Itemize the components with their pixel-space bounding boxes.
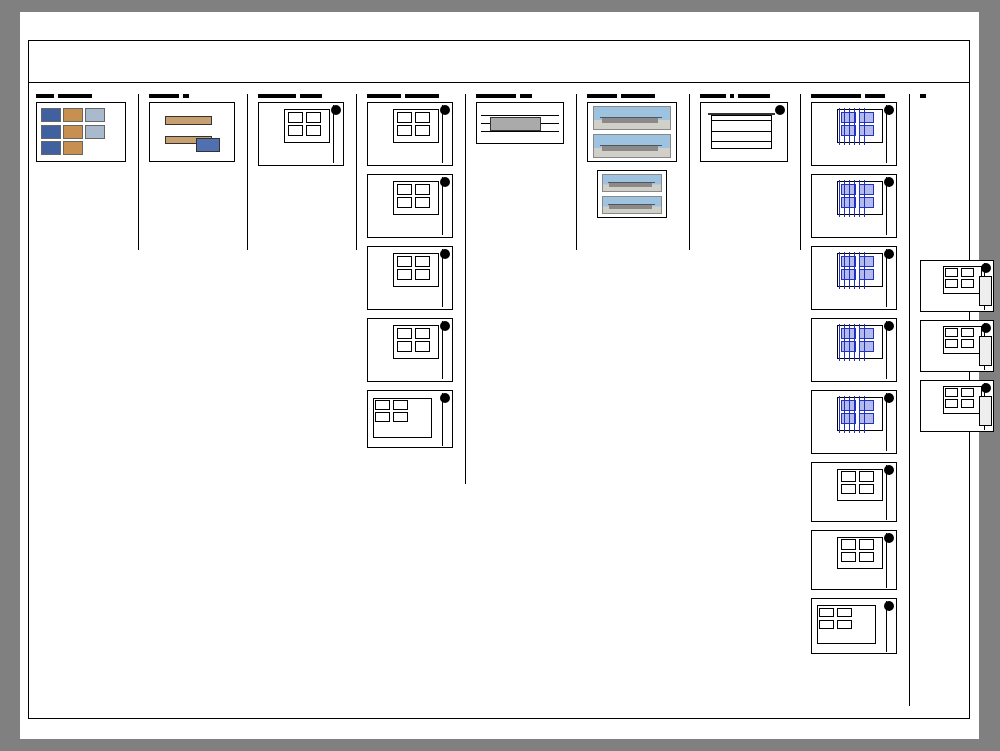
drawing-canvas[interactable] — [20, 12, 979, 739]
sheet-thumbnail[interactable] — [367, 246, 453, 310]
sheet-thumbnail[interactable] — [920, 320, 994, 372]
sheet-thumbnail[interactable] — [811, 462, 897, 522]
sheet-thumbnail[interactable] — [367, 318, 453, 382]
column-header — [587, 94, 679, 98]
column-header — [811, 94, 899, 98]
column-header — [149, 94, 237, 98]
sheet-column — [811, 94, 899, 706]
sheet-column — [920, 94, 998, 706]
sheet-thumbnail[interactable] — [149, 102, 235, 162]
sheet-column — [700, 94, 790, 706]
sheet-thumbnail[interactable] — [811, 598, 897, 654]
sheet-thumbnail[interactable] — [367, 102, 453, 166]
sheet-thumbnail[interactable] — [367, 174, 453, 238]
sheet-thumbnail[interactable] — [811, 318, 897, 382]
outer-border-left — [28, 40, 29, 718]
column-divider — [138, 94, 139, 250]
column-divider — [800, 94, 801, 250]
sheet-column — [587, 94, 679, 706]
sheet-thumbnail[interactable] — [367, 390, 453, 448]
sheet-thumbnail[interactable] — [36, 102, 126, 162]
sheet-thumbnail[interactable] — [587, 102, 677, 162]
sheet-column — [149, 94, 237, 706]
sheet-thumbnail[interactable] — [920, 260, 994, 312]
outer-border-top — [28, 40, 970, 41]
sheet-column — [36, 94, 128, 706]
column-divider — [576, 94, 577, 250]
column-header — [920, 94, 998, 98]
sheet-column — [476, 94, 566, 706]
sheet-thumbnail[interactable] — [597, 170, 667, 218]
sheet-thumbnail[interactable] — [811, 246, 897, 310]
sheet-thumbnail[interactable] — [476, 102, 564, 144]
sheet-thumbnail[interactable] — [811, 390, 897, 454]
sheet-column — [367, 94, 455, 706]
sheet-thumbnail[interactable] — [920, 380, 994, 432]
column-header — [476, 94, 566, 98]
column-divider — [465, 94, 466, 484]
outer-border-bottom — [28, 718, 970, 719]
sheets-column-set — [36, 94, 963, 706]
column-divider — [689, 94, 690, 250]
sheet-thumbnail[interactable] — [258, 102, 344, 166]
sheet-thumbnail[interactable] — [811, 174, 897, 238]
sheet-thumbnail[interactable] — [700, 102, 788, 162]
column-header — [36, 94, 128, 98]
column-header — [700, 94, 790, 98]
sheet-thumbnail[interactable] — [811, 530, 897, 590]
sheet-column — [258, 94, 346, 706]
column-header — [258, 94, 346, 98]
column-divider — [909, 94, 910, 706]
inner-border-top — [28, 82, 970, 83]
column-divider — [356, 94, 357, 250]
sheet-thumbnail[interactable] — [811, 102, 897, 166]
column-divider — [247, 94, 248, 250]
column-header — [367, 94, 455, 98]
